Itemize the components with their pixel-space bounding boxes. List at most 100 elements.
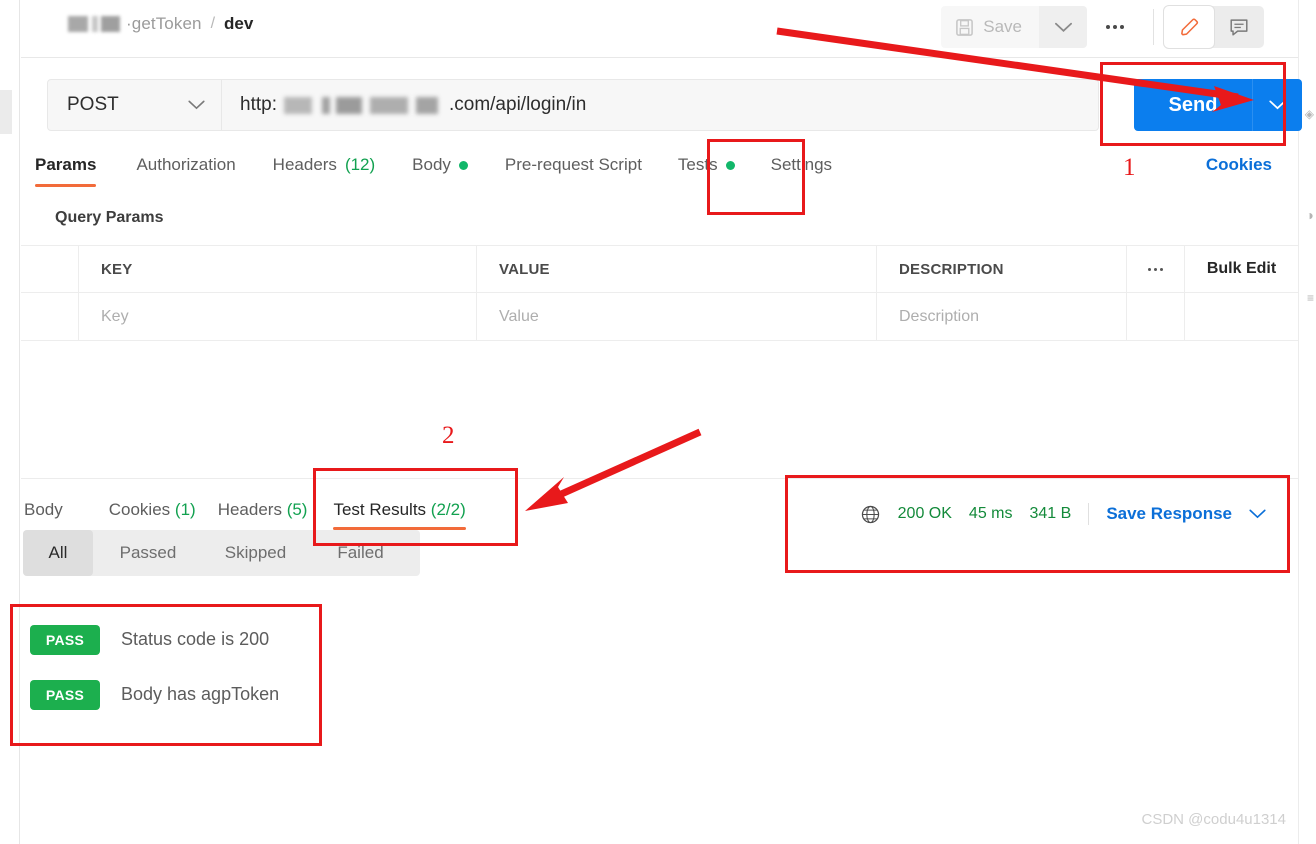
- row-spacer-1: [1127, 293, 1185, 340]
- tab-body[interactable]: Body: [412, 147, 468, 175]
- filter-passed[interactable]: Passed: [93, 530, 203, 576]
- tab-label: Headers: [217, 500, 282, 519]
- status-badge: PASS: [30, 679, 100, 710]
- redacted-host: [277, 96, 448, 114]
- tab-label: Settings: [770, 155, 833, 174]
- header-actions: Save: [941, 6, 1264, 48]
- tab-tests[interactable]: Tests: [678, 147, 735, 175]
- row-checkbox-cell[interactable]: [21, 293, 79, 340]
- breadcrumb-environment[interactable]: dev: [224, 14, 253, 34]
- tab-label: Pre-request Script: [504, 155, 642, 174]
- test-result-filters: All Passed Skipped Failed: [23, 530, 420, 576]
- left-rail-chip: [0, 90, 12, 134]
- rail-icon-2[interactable]: ◑: [1306, 208, 1314, 222]
- status-badge: PASS: [30, 624, 100, 655]
- edit-mode-button[interactable]: [1164, 6, 1214, 48]
- tab-authorization[interactable]: Authorization: [136, 147, 235, 175]
- header-divider: [1153, 9, 1154, 45]
- response-tab-test-results[interactable]: Test Results (2/2): [333, 500, 466, 530]
- param-key-input[interactable]: Key: [79, 293, 477, 340]
- tab-label: Test Results: [333, 500, 427, 519]
- globe-icon: [861, 505, 879, 523]
- response-tab-body[interactable]: Body: [24, 500, 63, 520]
- tab-label: Authorization: [136, 155, 236, 174]
- pencil-icon: [1180, 17, 1198, 35]
- postman-window: ◈ ◑ ≡ ·getToken / dev Save POST http: .c…: [0, 0, 1316, 844]
- query-params-table: KEY VALUE DESCRIPTION Bulk Edit Key Valu…: [21, 245, 1298, 341]
- url-input-group: POST http: .com/api/login/in: [47, 79, 1099, 131]
- floppy-disk-icon: [956, 18, 974, 36]
- send-group: Send: [1134, 79, 1302, 131]
- query-params-title: Query Params: [55, 209, 164, 226]
- comment-icon: [1230, 19, 1248, 36]
- header-checkbox-cell: [21, 246, 79, 292]
- column-header-key: KEY: [79, 246, 477, 292]
- watermark: CSDN @codu4u1314: [1141, 811, 1286, 828]
- tab-count: (12): [344, 155, 376, 174]
- column-header-value: VALUE: [477, 246, 877, 292]
- rail-icon-3[interactable]: ≡: [1307, 292, 1314, 304]
- chevron-down-icon: [188, 97, 205, 114]
- response-tab-cookies[interactable]: Cookies (1): [109, 500, 196, 520]
- request-header: ·getToken / dev Save: [21, 0, 1298, 58]
- comments-button[interactable]: [1214, 6, 1264, 48]
- url-input[interactable]: http: .com/api/login/in: [222, 94, 1098, 116]
- three-dots-icon: [1148, 267, 1163, 271]
- filter-failed[interactable]: Failed: [308, 530, 413, 576]
- tab-params[interactable]: Params: [35, 147, 97, 187]
- response-divider: [21, 478, 1298, 479]
- table-more-button[interactable]: [1127, 246, 1185, 292]
- url-suffix: .com/api/login/in: [448, 94, 587, 115]
- response-meta: 200 OK 45 ms 341 B Save Response: [860, 503, 1266, 525]
- tab-label: Body: [412, 155, 451, 174]
- save-options-button[interactable]: [1039, 6, 1087, 48]
- table-row: Key Value Description: [21, 293, 1298, 341]
- test-name: Body has agpToken: [121, 684, 280, 704]
- arrow-to-test-results-tab: [525, 428, 702, 511]
- send-options-button[interactable]: [1252, 79, 1302, 131]
- request-tabs: Params Authorization Headers (12) Body P…: [21, 147, 1298, 197]
- filter-all[interactable]: All: [23, 530, 93, 576]
- response-status[interactable]: 200 OK: [898, 505, 952, 523]
- test-result-item: PASS Body has agpToken: [30, 667, 279, 722]
- send-button[interactable]: Send: [1134, 79, 1252, 131]
- tab-count: (2/2): [430, 500, 466, 519]
- test-results-list: PASS Status code is 200 PASS Body has ag…: [30, 612, 279, 722]
- response-size[interactable]: 341 B: [1030, 505, 1072, 523]
- save-response-button[interactable]: Save Response: [1106, 504, 1232, 524]
- url-prefix: http:: [240, 94, 277, 115]
- method-label: POST: [67, 94, 119, 115]
- tab-pre-request-script[interactable]: Pre-request Script: [505, 147, 642, 175]
- breadcrumb: ·getToken / dev: [68, 14, 253, 34]
- tab-label: Tests: [677, 155, 718, 174]
- view-toggle-group: [1164, 6, 1264, 48]
- method-selector[interactable]: POST: [48, 80, 221, 130]
- tab-settings[interactable]: Settings: [771, 147, 832, 175]
- tab-count: (5): [286, 500, 308, 519]
- filter-skipped[interactable]: Skipped: [203, 530, 308, 576]
- rail-icon-1[interactable]: ◈: [1305, 108, 1314, 120]
- annotation-marker-2: 2: [442, 422, 455, 449]
- column-header-description: DESCRIPTION: [877, 246, 1127, 292]
- left-rail: [0, 0, 20, 844]
- breadcrumb-collection[interactable]: ·getToken: [126, 14, 202, 34]
- cookies-link[interactable]: Cookies: [1206, 155, 1272, 175]
- modified-dot-icon: [725, 160, 735, 170]
- url-bar: POST http: .com/api/login/in Send: [21, 59, 1302, 147]
- param-value-input[interactable]: Value: [477, 293, 877, 340]
- tab-headers[interactable]: Headers (12): [273, 147, 376, 175]
- breadcrumb-separator: /: [210, 15, 216, 32]
- meta-divider: [1088, 503, 1090, 525]
- save-label: Save: [983, 17, 1022, 36]
- response-time[interactable]: 45 ms: [969, 505, 1013, 523]
- table-header-row: KEY VALUE DESCRIPTION Bulk Edit: [21, 245, 1298, 293]
- more-actions-button[interactable]: [1087, 6, 1143, 48]
- chevron-down-icon[interactable]: [1249, 506, 1266, 522]
- chevron-down-icon: [1054, 22, 1072, 32]
- bulk-edit-button[interactable]: Bulk Edit: [1185, 246, 1298, 292]
- save-button[interactable]: Save: [941, 6, 1039, 48]
- param-description-input[interactable]: Description: [877, 293, 1127, 340]
- row-spacer-2: [1185, 293, 1298, 340]
- test-result-item: PASS Status code is 200: [30, 612, 279, 667]
- response-tab-headers[interactable]: Headers (5): [218, 500, 308, 520]
